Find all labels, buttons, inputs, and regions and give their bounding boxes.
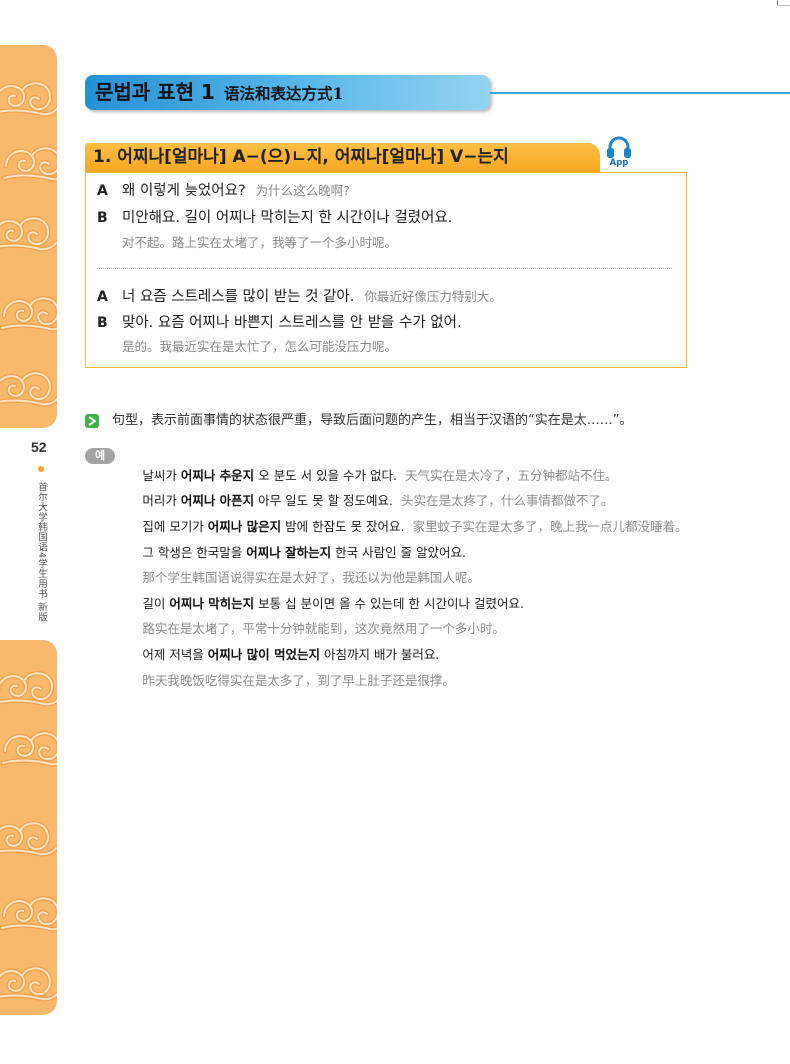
crop-mark (777, 5, 790, 6)
dialogue-line: B 맞아. 요즘 어찌나 바쁜지 스트레스를 안 받을 수가 없어. (97, 313, 462, 333)
page-number: 52 (31, 439, 47, 455)
green-arrow-icon (85, 414, 99, 428)
dotted-divider (97, 268, 672, 269)
section-header: 문법과 표현 1 语法和表达方式1 (85, 75, 490, 110)
speaker-label: B (97, 210, 108, 226)
cloud-pattern-icon (0, 640, 57, 1015)
example-translation-line: 路实在是太堵了，平常十分钟就能到，这次竟然用了一个多小时。 (122, 598, 505, 636)
example-chinese-translation: 昨天我晚饭吃得实在是太多了，到了早上肚子还是很撑。 (142, 673, 455, 688)
example-sentence: 그 학생은 한국말을 어찌나 잘하는지 한국 사람인 줄 알았어요. (122, 522, 466, 560)
example-sentence: 날씨가 어찌나 추운지 오 분도 서 있을 수가 없다. 天气实在是太冷了，五分钟… (122, 445, 617, 483)
korean-sentence: 너 요즘 스트레스를 많이 받는 것 같아. (122, 289, 355, 305)
korean-sentence: 왜 이렇게 늦었어요? (122, 183, 246, 199)
app-label: App (609, 158, 629, 168)
speaker-label: B (97, 315, 108, 331)
speaker-label: A (97, 183, 108, 199)
dialogue-line: A 너 요즘 스트레스를 많이 받는 것 같아. 你最近好像压力特别大。 (97, 287, 502, 307)
orange-dot (38, 466, 44, 472)
example-sentence: 길이 어찌나 막히는지 보통 십 분이면 올 수 있는데 한 시간이나 걸렸어요… (122, 573, 524, 611)
chinese-translation: 为什么这么晚啊? (255, 183, 350, 198)
example-sentence: 머리가 어찌나 아픈지 아무 일도 못 할 정도예요. 头实在是太疼了，什么事情都… (122, 470, 613, 508)
example-translation-line: 那个学生韩国语说得实在是太好了，我还以为他是韩国人呢。 (122, 547, 480, 585)
dialogue-line: A 왜 이렇게 늦었어요? 为什么这么晚啊? (97, 181, 350, 201)
headphones-icon (607, 136, 631, 158)
book-title-vertical: 首尔大学韩国语4学生用书 新版 (36, 482, 47, 623)
chinese-translation: 你最近好像压力特别大。 (364, 289, 502, 304)
grammar-point-title: 1. 어찌나[얼마나] A−(으)ㄴ지, 어찌나[얼마나] V−는지 (85, 143, 600, 172)
dialogue-translation-line: 对不起。路上实在太堵了，我等了一个多小时呢。 (122, 233, 397, 253)
dialogue-box: A 왜 이렇게 늦었어요? 为什么这么晚啊? B 미안해요. 길이 어찌나 막히… (85, 172, 687, 368)
example-translation-line: 昨天我晚饭吃得实在是太多了，到了早上肚子还是很撑。 (122, 650, 455, 688)
dialogue-line: B 미안해요. 길이 어찌나 막히는지 한 시간이나 걸렸어요. (97, 208, 452, 228)
header-title-korean: 문법과 표현 1 (95, 80, 215, 104)
decorative-cloud-strip-top (0, 45, 57, 428)
app-audio-badge: App (603, 135, 635, 171)
chinese-translation: 对不起。路上实在太堵了，我等了一个多小时呢。 (122, 235, 398, 250)
korean-sentence: 미안해요. 길이 어찌나 막히는지 한 시간이나 걸렸어요. (122, 210, 453, 226)
dialogue-translation-line: 是的。我最近实在是太忙了，怎么可能没压力呢。 (122, 337, 397, 357)
cloud-pattern-icon (0, 45, 57, 428)
chinese-translation: 是的。我最近实在是太忙了，怎么可能没压力呢。 (122, 339, 398, 354)
explanation-text: 句型，表示前面事情的状态很严重，导致后面问题的产生，相当于汉语的“实在是太……”… (112, 413, 633, 428)
korean-sentence: 맞아. 요즘 어찌나 바쁜지 스트레스를 안 받을 수가 없어. (122, 315, 462, 331)
decorative-cloud-strip-bottom (0, 640, 57, 1015)
example-sentence: 집에 모기가 어찌나 많은지 밤에 한잠도 못 잤어요. 家里蚊子实在是太多了，晚… (122, 496, 687, 534)
example-sentence: 어제 저녁을 어찌나 많이 먹었는지 아침까지 배가 불러요. (122, 624, 439, 662)
textbook-page: 52 首尔大学韩国语4学生用书 新版 문법과 표현 1 语法和表达方式1 1. … (0, 0, 790, 1064)
speaker-label: A (97, 289, 108, 305)
header-title-chinese: 语法和表达方式1 (223, 84, 344, 103)
example-badge: 예 (85, 448, 115, 464)
header-rule (490, 92, 790, 94)
